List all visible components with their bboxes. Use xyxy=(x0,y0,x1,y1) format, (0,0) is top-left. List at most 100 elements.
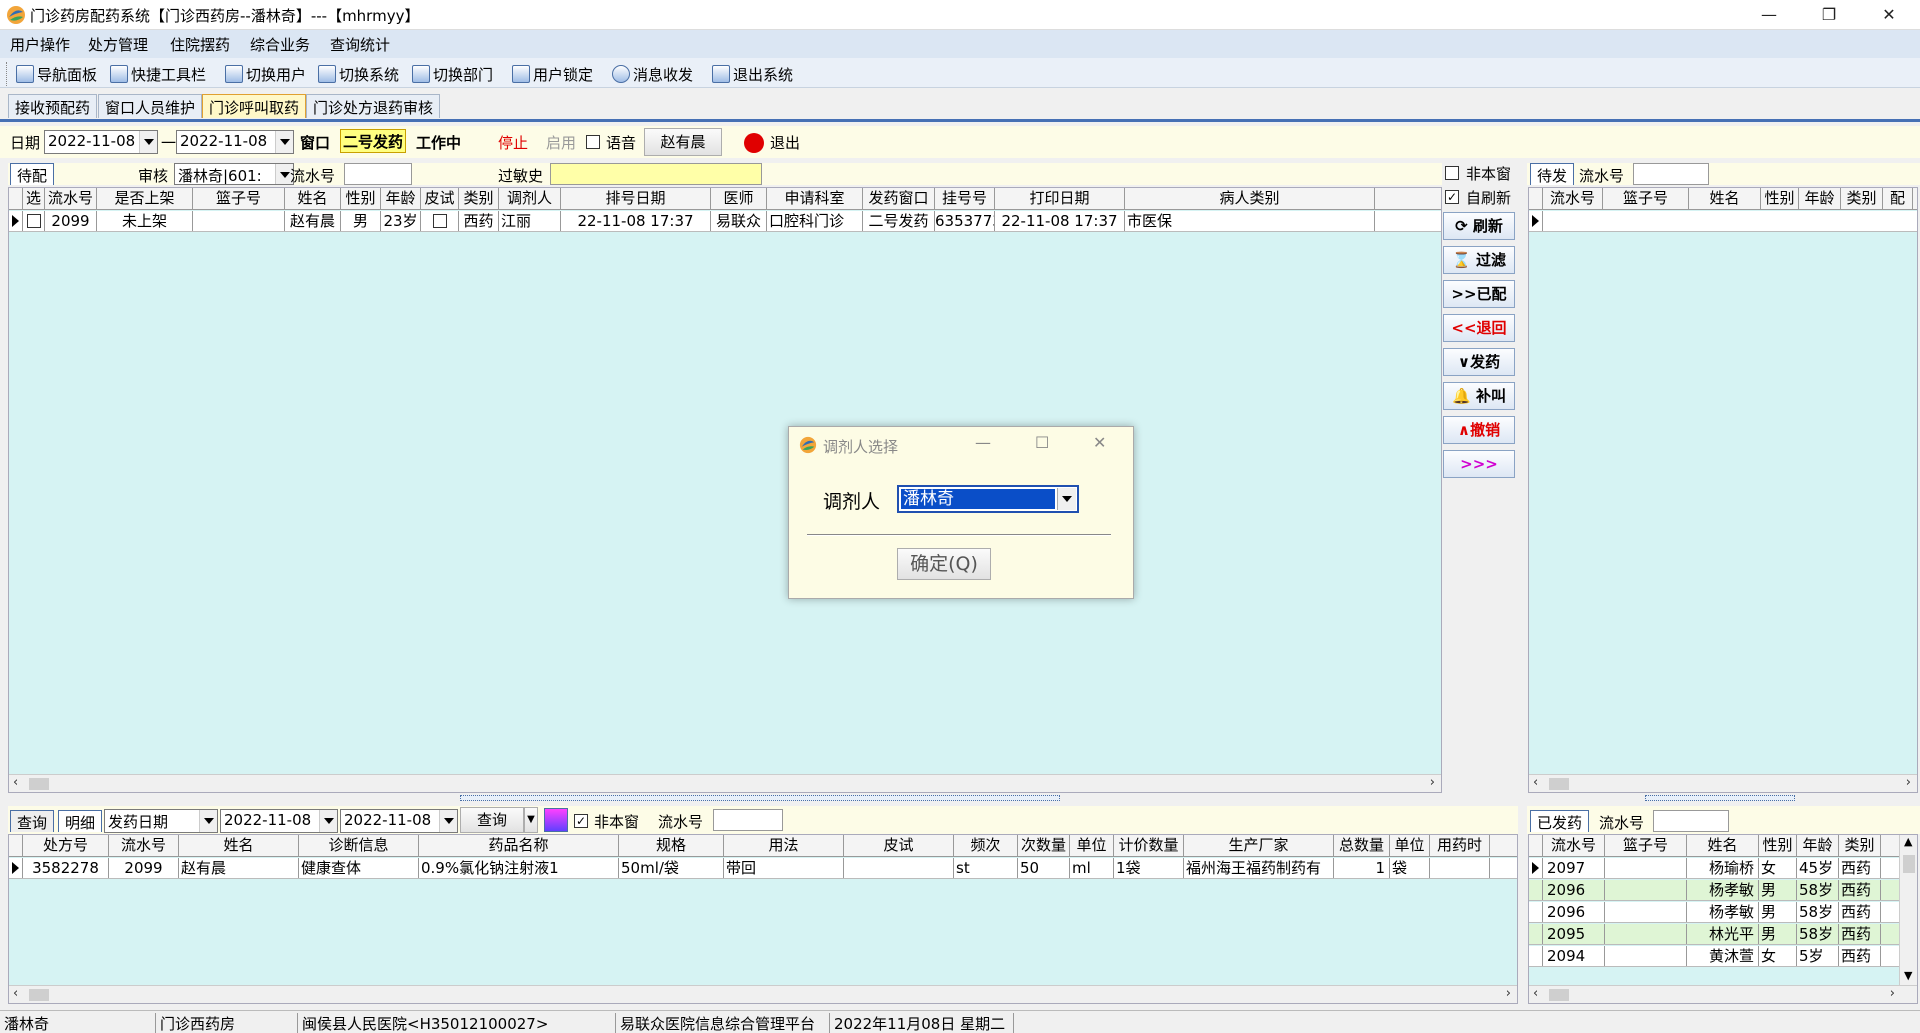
dispense-button[interactable]: ∨发药 xyxy=(1443,348,1515,376)
print-icon[interactable] xyxy=(544,808,568,832)
tab-query[interactable]: 查询 xyxy=(10,810,55,832)
column-header: 年龄 xyxy=(1797,835,1839,856)
minimize-button[interactable]: — xyxy=(1740,0,1798,30)
scroll-left-icon[interactable]: ‹ xyxy=(13,986,18,1001)
scroll-down-icon[interactable]: ▼ xyxy=(1904,969,1912,982)
table-row[interactable]: 2094 黄沐萱女 5岁 西药 xyxy=(1529,946,1899,967)
return-button[interactable]: <<退回 xyxy=(1443,314,1515,342)
tab-pending[interactable]: 待配 xyxy=(10,163,55,185)
scroll-left-icon[interactable]: ‹ xyxy=(1533,775,1538,790)
detail-date-from-picker[interactable]: 2022-11-08 xyxy=(220,809,338,833)
restore-button[interactable]: ❐ xyxy=(1800,0,1858,30)
dialog-close-button[interactable]: ✕ xyxy=(1093,433,1106,452)
scroll-right-icon[interactable]: › xyxy=(1890,986,1895,1001)
tab-return-audit[interactable]: 门诊处方退药审核 xyxy=(306,94,441,118)
more-button[interactable]: >>> xyxy=(1443,450,1515,478)
tab-receive-predispense[interactable]: 接收预配药 xyxy=(8,94,98,118)
pending-splitter[interactable] xyxy=(460,795,1060,801)
query-button[interactable]: 查询 xyxy=(460,807,524,833)
date-to-picker[interactable]: 2022-11-08 xyxy=(176,130,294,154)
menu-statistics[interactable]: 查询统计 xyxy=(330,34,390,55)
scroll-thumb[interactable] xyxy=(1549,778,1569,790)
to-dispense-splitter[interactable] xyxy=(1645,795,1795,801)
confirm-button[interactable]: 确定(Q) xyxy=(897,548,991,580)
table-row[interactable] xyxy=(1529,211,1917,232)
dispensed-vscrollbar[interactable]: ▲ ▼ xyxy=(1899,835,1917,985)
voice-checkbox[interactable] xyxy=(586,135,600,149)
table-cell: 杨瑜桥 xyxy=(1687,858,1759,878)
toolbar-user-lock[interactable]: 用户锁定 xyxy=(512,63,593,85)
recall-button[interactable]: 🔔 补叫 xyxy=(1443,382,1515,410)
table-row[interactable]: 2096 杨孝敏男 58岁 西药 xyxy=(1529,902,1899,923)
pending-serial-input[interactable] xyxy=(344,163,412,185)
auto-refresh-checkbox[interactable] xyxy=(1445,190,1459,204)
menu-prescription[interactable]: 处方管理 xyxy=(88,34,148,55)
dispensed-forward-button[interactable]: >>已配 xyxy=(1443,280,1515,308)
checkbox[interactable] xyxy=(26,214,41,228)
toolbar-switch-user[interactable]: 切换用户 xyxy=(225,63,306,85)
tab-to-dispense[interactable]: 待发 xyxy=(1530,163,1575,185)
table-row[interactable]: 3582278 2099 赵有晨 健康查体 0.9%氯化钠注射液1 50ml/袋 带回 st 5… xyxy=(9,858,1517,879)
checkbox[interactable] xyxy=(432,214,447,228)
scroll-thumb[interactable] xyxy=(1549,989,1569,1001)
allergy-input[interactable] xyxy=(550,163,762,185)
scroll-thumb[interactable] xyxy=(1903,855,1915,873)
menu-user-ops[interactable]: 用户操作 xyxy=(10,34,70,55)
toolbar-nav-panel[interactable]: 导航面板 xyxy=(16,63,97,85)
power-icon[interactable] xyxy=(744,133,764,153)
not-this-window-checkbox[interactable] xyxy=(1445,166,1459,180)
refresh-button[interactable]: ⟳ 刷新 xyxy=(1443,212,1515,240)
dispensed-serial-input[interactable] xyxy=(1653,810,1729,832)
table-cell: 林光平 xyxy=(1687,924,1759,944)
toolbar-messages[interactable]: 消息收发 xyxy=(612,63,693,85)
detail-serial-input[interactable] xyxy=(713,809,783,831)
query-dropdown-icon[interactable]: ▼ xyxy=(524,807,538,833)
chevron-down-icon[interactable] xyxy=(1057,488,1076,510)
scroll-left-icon[interactable]: ‹ xyxy=(1533,986,1538,1001)
scroll-thumb[interactable] xyxy=(29,989,49,1001)
table-row[interactable]: 2097 杨瑜桥女 45岁 西药 xyxy=(1529,858,1899,879)
toolbar-exit[interactable]: 退出系统 xyxy=(712,63,793,85)
scroll-left-icon[interactable]: ‹ xyxy=(13,775,18,790)
enable-button[interactable]: 启用 xyxy=(546,132,576,153)
toolbar-switch-dept[interactable]: 切换部门 xyxy=(412,63,493,85)
scroll-up-icon[interactable]: ▲ xyxy=(1904,835,1912,848)
scroll-right-icon[interactable]: › xyxy=(1430,775,1435,790)
row-select-checkbox[interactable] xyxy=(23,211,45,231)
date-type-select[interactable]: 发药日期 xyxy=(104,809,218,833)
tab-detail[interactable]: 明细 xyxy=(58,810,103,832)
tab-window-staff[interactable]: 窗口人员维护 xyxy=(98,94,203,118)
menu-general[interactable]: 综合业务 xyxy=(250,34,310,55)
detail-date-to-picker[interactable]: 2022-11-08 xyxy=(340,809,458,833)
tab-outpatient-call[interactable]: 门诊呼叫取药 xyxy=(202,94,307,118)
scroll-thumb[interactable] xyxy=(29,778,49,790)
undo-button[interactable]: ∧撤销 xyxy=(1443,416,1515,444)
dispensed-hscrollbar[interactable]: ‹ › xyxy=(1529,985,1917,1003)
current-patient-button[interactable]: 赵有晨 xyxy=(644,128,722,156)
tab-dispensed[interactable]: 已发药 xyxy=(1530,810,1590,832)
table-row[interactable]: 2096 杨孝敏男 58岁 西药 xyxy=(1529,880,1899,901)
column-header: 姓名 xyxy=(179,835,299,856)
dialog-maximize-button[interactable]: ☐ xyxy=(1035,433,1049,452)
toolbar-quick-tools[interactable]: 快捷工具栏 xyxy=(110,63,206,85)
to-dispense-serial-input[interactable] xyxy=(1633,163,1709,185)
detail-hscrollbar[interactable]: ‹ › xyxy=(9,985,1517,1003)
to-dispense-hscrollbar[interactable]: ‹ › xyxy=(1529,774,1917,792)
pending-hscrollbar[interactable]: ‹ › xyxy=(9,774,1441,792)
exit-button[interactable]: 退出 xyxy=(770,132,800,153)
scroll-right-icon[interactable]: › xyxy=(1906,775,1911,790)
detail-not-this-window-checkbox[interactable] xyxy=(574,814,588,828)
audit-select[interactable]: 潘林奇|601: xyxy=(174,163,294,185)
toolbar-switch-system[interactable]: 切换系统 xyxy=(318,63,399,85)
table-row[interactable]: 2099 未上架 赵有晨男 23岁 西药 江丽 22-11-08 17:37 易联众 口腔科门诊… xyxy=(9,211,1441,232)
stop-button[interactable]: 停止 xyxy=(498,132,528,153)
dispenser-select[interactable]: 潘林奇 xyxy=(897,485,1079,513)
table-row[interactable]: 2095 林光平男 58岁 西药 xyxy=(1529,924,1899,945)
scroll-right-icon[interactable]: › xyxy=(1506,986,1511,1001)
menu-inpatient[interactable]: 住院摆药 xyxy=(170,34,230,55)
dialog-minimize-button[interactable]: — xyxy=(975,433,991,452)
close-window-button[interactable]: ✕ xyxy=(1860,0,1918,30)
date-from-picker[interactable]: 2022-11-08 xyxy=(44,130,158,154)
skin-test-checkbox[interactable] xyxy=(421,211,459,231)
filter-button[interactable]: ⌛ 过滤 xyxy=(1443,246,1515,274)
